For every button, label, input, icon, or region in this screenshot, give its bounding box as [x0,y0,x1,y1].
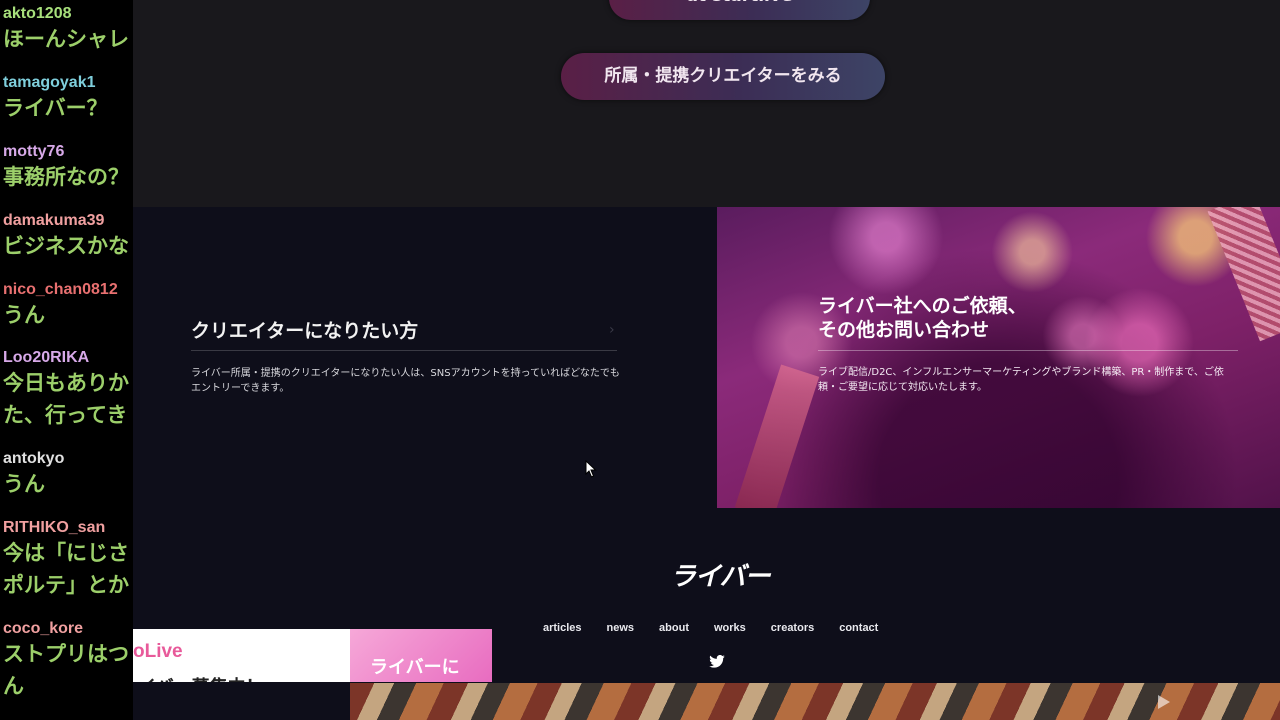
chat-username: tamagoyak1 [3,74,96,91]
creator-panel-title: クリエイターになりたい方 [191,320,419,342]
chat-username: antokyo [3,450,65,467]
footer-link-creators[interactable]: creators [771,622,814,634]
chevron-right-icon: › [609,322,615,338]
chat-message: motty76 事務所なの？ [3,143,133,193]
chat-text: うん [3,303,45,327]
startlive-button[interactable]: at startlive [609,0,870,20]
penlight-decoration [734,364,820,508]
ad-title: oLive [133,641,183,662]
creator-panel-description: ライバー所属・提携のクリエイターになりたい人は、SNSアカウントを持っていればど… [191,368,620,394]
ad-cta-text: ライバーに [370,657,460,678]
ad-left-panel: oLive イバー募集中！ [133,629,350,682]
chat-message: Loo20RIKA 今日もありか た、行ってき [3,349,133,431]
footer-link-articles[interactable]: articles [543,622,582,634]
ad-right-panel: ライバーに [350,629,492,682]
contact-panel-description: ライブ配信/D2C、インフルエンサーマーケティングやブランド構築、PR・制作まで… [818,367,1224,393]
chat-username: RITHIKO_san [3,519,106,536]
mouse-cursor-icon [585,460,597,478]
chat-username: damakuma39 [3,212,105,229]
chat-message: tamagoyak1 ライバー？ [3,74,133,124]
divider [191,350,617,351]
chat-message: damakuma39 ビジネスかな [3,212,133,262]
footer-link-about[interactable]: about [659,622,689,634]
footer-nav: articles news about works creators conta… [543,622,903,634]
chat-username: akto1208 [3,5,72,22]
chat-sidebar: akto1208 ほーんシャレ tamagoyak1 ライバー？ motty76… [0,0,133,720]
confetti-decoration [1207,207,1280,342]
ad-subtitle: イバー募集中！ [138,673,264,682]
chat-text: ライバー？ [3,96,108,120]
chat-message: RITHIKO_san 今は「にじさ ポルテ」とか [3,519,133,601]
footer-link-news[interactable]: news [607,622,635,634]
chat-message: nico_chan0812 うん [3,281,133,331]
top-section: at startlive 所属・提携クリエイターをみる [133,0,1280,207]
cta-section: クリエイターになりたい方 › ライバー所属・提携のクリエイターになりたい人は、S… [133,207,1280,508]
play-icon[interactable] [1158,695,1170,709]
chat-message: antokyo うん [3,450,133,500]
contact-panel-title: ライバー社へのご依頼、 その他お問い合わせ [818,294,1027,342]
chat-username: coco_kore [3,620,84,637]
contact-title-line: ライバー社へのご依頼、 [818,295,1027,317]
contact-title-line: その他お問い合わせ [818,319,990,341]
chat-username: motty76 [3,143,65,160]
chat-text: 事務所なの？ [3,165,129,189]
twitter-icon[interactable] [709,655,725,668]
chat-text: ほーんシャレ [3,27,129,51]
website-viewport: at startlive 所属・提携クリエイターをみる クリエイターになりたい方… [133,0,1280,720]
chat-message: akto1208 ほーんシャレ [3,5,133,55]
chat-text: ストプリはつ ん [3,642,129,698]
view-creators-button[interactable]: 所属・提携クリエイターをみる [561,53,885,100]
video-thumbnail-strip[interactable] [350,683,1280,720]
chat-text: 今日もありか た、行ってき [3,371,129,427]
chat-text: うん [3,472,45,496]
chat-text: 今は「にじさ ポルテ」とか [3,541,129,597]
chat-username: nico_chan0812 [3,281,118,298]
chat-text: ビジネスかな [3,234,129,258]
site-logo[interactable]: ライバー [670,556,770,593]
chat-username: Loo20RIKA [3,349,90,366]
become-creator-panel[interactable]: クリエイターになりたい方 › ライバー所属・提携のクリエイターになりたい人は、S… [133,207,717,508]
chat-message: coco_kore ストプリはつ ん [3,620,133,702]
divider [818,350,1238,351]
footer-link-works[interactable]: works [714,622,746,634]
overlay-ad-banner[interactable]: oLive イバー募集中！ ライバーに [133,629,492,682]
footer-link-contact[interactable]: contact [839,622,878,634]
contact-panel[interactable]: ライバー社へのご依頼、 その他お問い合わせ ライブ配信/D2C、インフルエンサー… [717,207,1280,508]
